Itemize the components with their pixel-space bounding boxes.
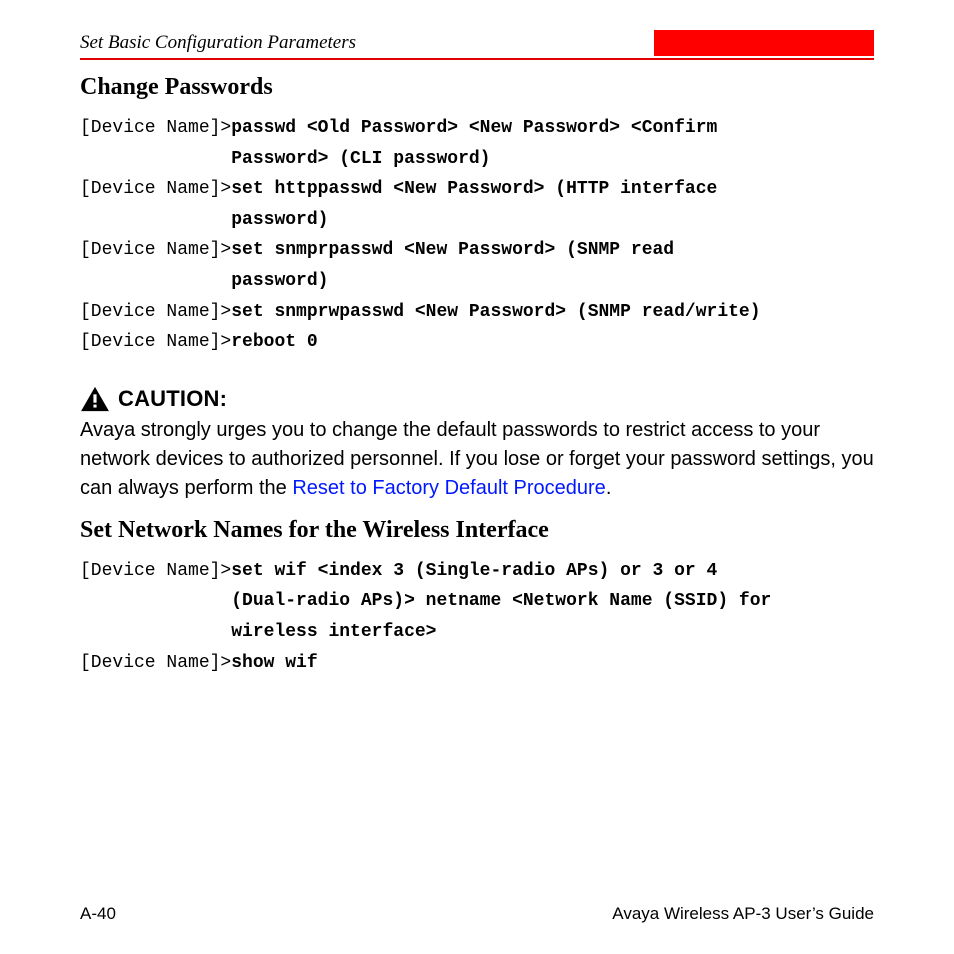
page-number: A-40 — [80, 904, 116, 924]
cli-line: [Device Name]> set httppasswd <New Passw… — [80, 174, 874, 205]
guide-title: Avaya Wireless AP-3 User’s Guide — [612, 904, 874, 924]
heading-set-network-names: Set Network Names for the Wireless Inter… — [80, 517, 874, 544]
cli-command: (Dual-radio APs)> netname <Network Name … — [231, 586, 771, 617]
cli-prompt: [Device Name]> — [80, 297, 231, 328]
heading-change-passwords: Change Passwords — [80, 74, 874, 101]
cli-command: set snmprpasswd <New Password> (SNMP rea… — [231, 235, 674, 266]
cli-command: password) — [231, 205, 328, 236]
cli-prompt: [Device Name]> — [80, 648, 231, 679]
cli-command: passwd <Old Password> <New Password> <Co… — [231, 113, 717, 144]
cli-command: set wif <index 3 (Single-radio APs) or 3… — [231, 556, 717, 587]
cli-line: [Device Name]> set wif <index 3 (Single-… — [80, 556, 874, 587]
cli-line: [Device Name]> set snmprpasswd <New Pass… — [80, 235, 874, 266]
page-header: Set Basic Configuration Parameters — [80, 28, 874, 60]
cli-command: show wif — [231, 648, 317, 679]
cli-block-network-names: [Device Name]> set wif <index 3 (Single-… — [80, 556, 874, 678]
caution-label: CAUTION: — [118, 386, 227, 412]
reset-factory-default-link[interactable]: Reset to Factory Default Procedure — [292, 477, 605, 499]
cli-line: [Device Name]> password) — [80, 266, 874, 297]
cli-block-passwords: [Device Name]> passwd <Old Password> <Ne… — [80, 113, 874, 358]
cli-prompt: [Device Name]> — [80, 327, 231, 358]
cli-line: [Device Name]> set snmprwpasswd <New Pas… — [80, 297, 874, 328]
caution-heading: CAUTION: — [80, 386, 874, 412]
cli-command: password) — [231, 266, 328, 297]
running-head-title: Set Basic Configuration Parameters — [80, 28, 356, 58]
cli-command: set snmprwpasswd <New Password> (SNMP re… — [231, 297, 760, 328]
caution-body: Avaya strongly urges you to change the d… — [80, 416, 874, 503]
cli-prompt: [Device Name]> — [80, 556, 231, 587]
cli-line: [Device Name]> passwd <Old Password> <Ne… — [80, 113, 874, 144]
cli-command: Password> (CLI password) — [231, 144, 490, 175]
cli-line: [Device Name]> wireless interface> — [80, 617, 874, 648]
cli-line: [Device Name]> password) — [80, 205, 874, 236]
cli-prompt: [Device Name]> — [80, 174, 231, 205]
cli-line: [Device Name]> reboot 0 — [80, 327, 874, 358]
page: Set Basic Configuration Parameters Chang… — [0, 0, 954, 954]
caution-text-post: . — [606, 477, 612, 499]
warning-triangle-icon — [80, 386, 110, 412]
cli-command: wireless interface> — [231, 617, 436, 648]
cli-line: [Device Name]> Password> (CLI password) — [80, 144, 874, 175]
cli-prompt: [Device Name]> — [80, 235, 231, 266]
page-footer: A-40 Avaya Wireless AP-3 User’s Guide — [80, 904, 874, 924]
cli-command: set httppasswd <New Password> (HTTP inte… — [231, 174, 717, 205]
cli-prompt: [Device Name]> — [80, 113, 231, 144]
cli-line: [Device Name]> (Dual-radio APs)> netname… — [80, 586, 874, 617]
cli-line: [Device Name]> show wif — [80, 648, 874, 679]
cli-command: reboot 0 — [231, 327, 317, 358]
header-color-block — [654, 30, 874, 56]
